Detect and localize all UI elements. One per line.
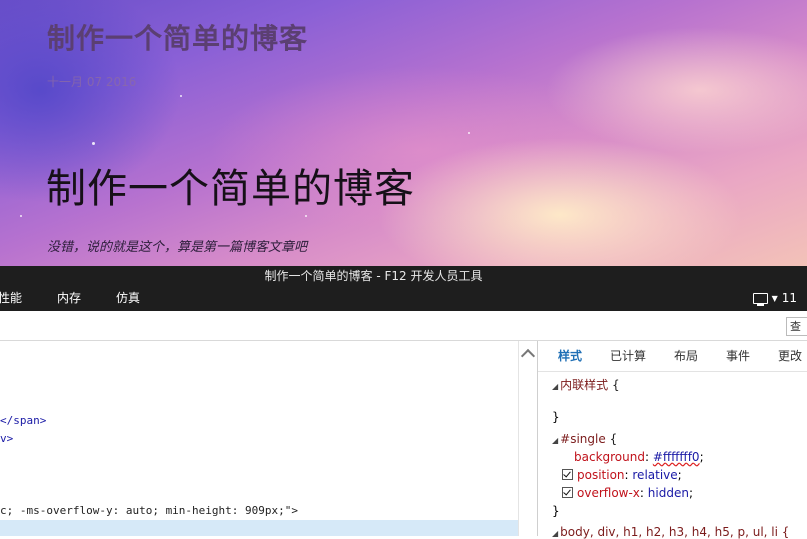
property-name: background (574, 450, 645, 464)
collapse-triangle-icon[interactable]: ◢ (552, 382, 558, 391)
document-mode-badge: 11 (781, 291, 797, 305)
devtools-title-bar: 制作一个简单的博客 - F12 开发人员工具 (0, 266, 807, 286)
devtools-toolbar: 查 (0, 311, 807, 341)
star-decoration (92, 142, 95, 145)
chevron-up-icon[interactable] (520, 348, 536, 364)
post-description: 没错，说的就是这个，算是第一篇博客文章吧 (47, 240, 308, 255)
declaration-background[interactable]: background: #fffffff0; (574, 450, 704, 464)
rule-brace: { (612, 378, 620, 392)
tab-performance[interactable]: 性能 (0, 286, 22, 311)
property-value: #fffffff0 (652, 450, 700, 464)
dom-tag-text: v> (0, 432, 14, 445)
rule-brace: { (609, 432, 618, 446)
dom-line[interactable]: c; -ms-overflow-y: auto; min-height: 909… (0, 504, 298, 517)
devtools-window: 制作一个简单的博客 - F12 开发人员工具 性能 内存 仿真 ▼ 11 查 <… (0, 266, 807, 539)
property-value: hidden (647, 486, 689, 500)
blog-hero: 制作一个简单的博客 十一月 07 2016 制作一个简单的博客 没错，说的就是这… (0, 0, 807, 266)
styles-pane: 样式 已计算 布局 事件 更改 ◢ 内联样式 { } ◢ #single { bac… (537, 341, 807, 539)
chevron-down-icon: ▼ (771, 294, 778, 303)
tab-events[interactable]: 事件 (726, 341, 750, 371)
rule-selector: #single (560, 432, 606, 446)
blog-title[interactable]: 制作一个简单的博客 (47, 17, 308, 57)
enable-checkbox[interactable] (562, 487, 573, 498)
single-rule-header[interactable]: ◢ #single { (552, 432, 617, 446)
property-name: overflow-x (577, 486, 640, 500)
collapse-triangle-icon[interactable]: ◢ (552, 529, 558, 538)
devtools-tab-bar: 性能 内存 仿真 ▼ 11 (0, 286, 807, 311)
rule-close-brace: } (552, 410, 560, 424)
dom-line[interactable]: </span> (0, 414, 46, 427)
styles-tab-bar: 样式 已计算 布局 事件 更改 (538, 341, 807, 372)
body-rule-header[interactable]: ◢ body, div, h1, h2, h3, h4, h5, p, ul, l… (552, 525, 789, 539)
dom-explorer-pane[interactable]: </span> v> c; -ms-overflow-y: auto; min-… (0, 341, 518, 536)
rule-selector: 内联样式 (560, 378, 609, 392)
collapse-triangle-icon[interactable]: ◢ (552, 436, 558, 445)
enable-checkbox[interactable] (562, 469, 573, 480)
tab-emulation[interactable]: 仿真 (116, 286, 140, 311)
emulation-mode-selector[interactable]: ▼ 11 (752, 286, 797, 311)
star-decoration (468, 132, 470, 134)
post-title: 制作一个简单的博客 (46, 166, 415, 212)
property-name: position (577, 468, 625, 482)
rule-selector: body, div, h1, h2, h3, h4, h5, p, ul, li… (560, 525, 790, 539)
search-input[interactable]: 查 (786, 317, 807, 336)
selected-dom-row[interactable] (0, 520, 518, 536)
tab-styles[interactable]: 样式 (558, 341, 582, 371)
tab-computed[interactable]: 已计算 (610, 341, 646, 371)
blog-subtitle: 十一月 07 2016 (47, 75, 137, 89)
tab-layout[interactable]: 布局 (674, 341, 698, 371)
declaration-overflow-x[interactable]: overflow-x: hidden; (562, 486, 693, 500)
declaration-position[interactable]: position: relative; (562, 468, 682, 482)
dom-tag-text: </span> (0, 414, 47, 427)
inline-style-rule[interactable]: ◢ 内联样式 { (552, 376, 620, 393)
star-decoration (305, 215, 307, 217)
dom-line[interactable]: v> (0, 432, 13, 445)
tab-changes[interactable]: 更改 (778, 341, 802, 371)
property-value: relative (632, 468, 678, 482)
monitor-icon (752, 293, 768, 306)
tab-memory[interactable]: 内存 (57, 286, 81, 311)
dom-attribute-text: c; -ms-overflow-y: auto; min-height: 909… (0, 504, 299, 517)
dom-scrollbar[interactable] (518, 341, 537, 536)
star-decoration (20, 215, 22, 217)
star-decoration (180, 95, 182, 97)
rule-close-brace: } (552, 504, 560, 518)
